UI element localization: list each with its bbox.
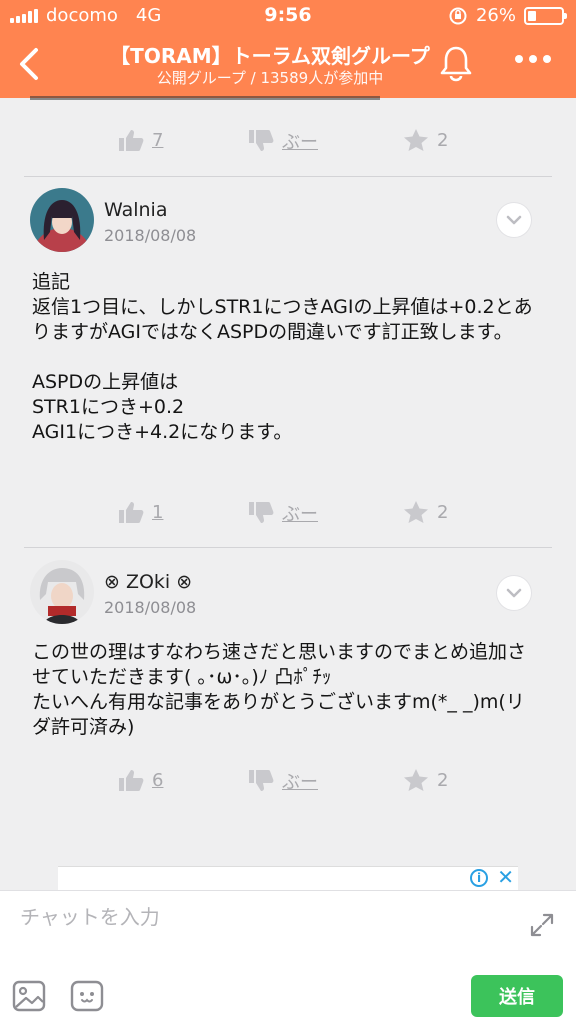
thumbs-up-icon [119, 502, 144, 523]
divider [24, 176, 552, 177]
chevron-down-icon [506, 215, 522, 225]
post-body: この世の理はすなわち速さだと思いますのでまとめ追加させていただきます( ｡･ω･… [32, 641, 527, 738]
post-options-button[interactable] [497, 203, 531, 237]
chevron-down-icon [506, 588, 522, 598]
like-button[interactable]: 7 [118, 128, 163, 152]
app-header: docomo 4G 9:56 26% 【TORAM】トーラム双剣グループ 公開グ… [0, 0, 576, 98]
chat-input[interactable] [20, 905, 460, 929]
ad-close-icon[interactable]: ✕ [497, 865, 514, 889]
username[interactable]: ⊗ ZOki ⊗ [104, 571, 192, 593]
star-button[interactable]: 2 [403, 500, 448, 524]
sticker-icon[interactable] [70, 979, 104, 1013]
group-title: 【TORAM】トーラム双剣グループ [110, 44, 430, 68]
star-icon [404, 501, 428, 523]
username[interactable]: Walnia [104, 199, 167, 221]
expand-icon[interactable] [528, 911, 556, 939]
post-actions: 7 ぶー 2 [0, 128, 576, 168]
group-subtitle: 公開グループ / 13589人が参加中 [156, 69, 384, 87]
chat-composer: 送信 [0, 890, 576, 1024]
post-date: 2018/08/08 [104, 226, 197, 245]
post-body: 追記 返信1つ目に、しかしSTR1につきAGIの上昇値は+0.2とありますがAG… [32, 271, 533, 443]
star-icon [404, 769, 428, 791]
post-options-button[interactable] [497, 576, 531, 610]
thumbs-down-icon [249, 770, 274, 791]
more-menu-icon[interactable] [515, 55, 551, 63]
bell-icon[interactable] [438, 44, 474, 82]
truncated-post-text [30, 88, 390, 100]
divider [24, 547, 552, 548]
avatar[interactable] [30, 188, 94, 252]
boo-button[interactable]: ぶー [248, 500, 318, 526]
ad-info-icon[interactable]: i [470, 869, 488, 887]
image-icon[interactable] [12, 979, 46, 1013]
send-button[interactable]: 送信 [471, 975, 563, 1017]
thumbs-up-icon [119, 130, 144, 151]
boo-button[interactable]: ぶー [248, 128, 318, 154]
battery-icon [524, 6, 567, 25]
star-button[interactable]: 2 [403, 768, 448, 792]
post-actions: 6 ぶー 2 [0, 768, 576, 808]
battery-percent: 26% [475, 5, 516, 26]
back-arrow-icon[interactable] [14, 44, 46, 84]
status-bar: docomo 4G 9:56 26% [0, 0, 576, 32]
like-button[interactable]: 1 [118, 500, 163, 524]
ad-banner[interactable]: i ✕ [58, 865, 518, 890]
post-actions: 1 ぶー 2 [0, 500, 576, 540]
boo-button[interactable]: ぶー [248, 768, 318, 794]
like-button[interactable]: 6 [118, 768, 163, 792]
thumbs-down-icon [249, 502, 274, 523]
star-button[interactable]: 2 [403, 128, 448, 152]
thumbs-up-icon [119, 770, 144, 791]
avatar[interactable] [30, 560, 94, 624]
star-icon [404, 129, 428, 151]
orientation-lock-icon [449, 7, 467, 24]
thumbs-down-icon [249, 130, 274, 151]
post-date: 2018/08/08 [104, 598, 197, 617]
